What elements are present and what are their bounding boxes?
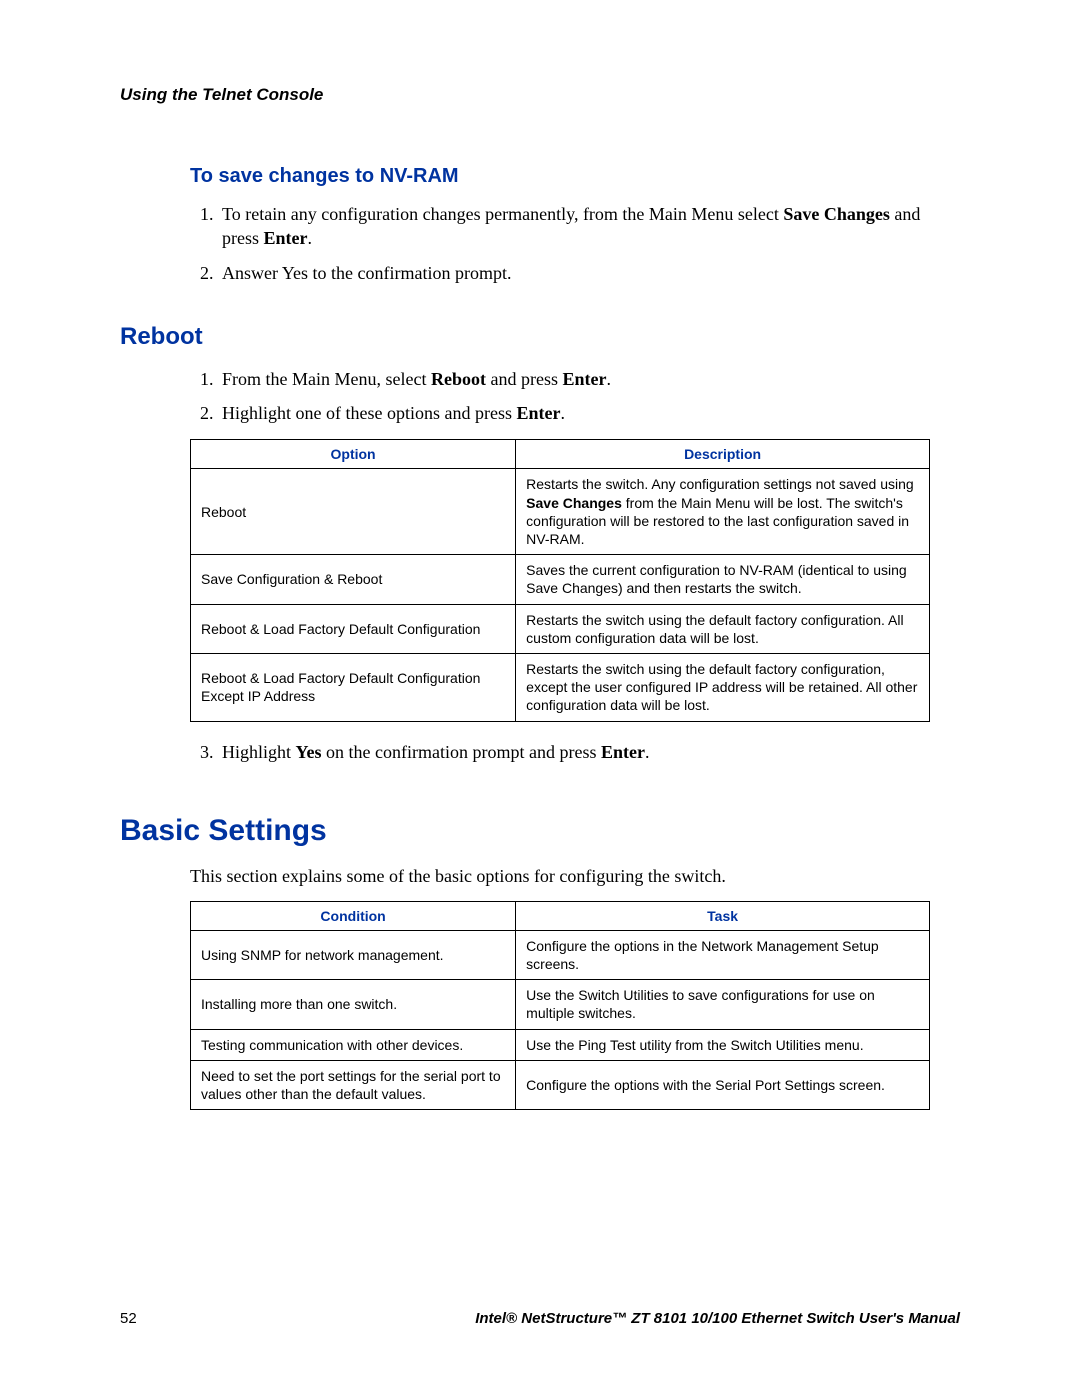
bold-text: Save Changes xyxy=(783,204,890,224)
cell-condition: Testing communication with other devices… xyxy=(191,1029,516,1060)
cell-condition: Installing more than one switch. xyxy=(191,980,516,1029)
step-text: and press xyxy=(486,369,562,389)
running-head: Using the Telnet Console xyxy=(120,85,960,105)
cell-task: Configure the options with the Serial Po… xyxy=(516,1060,930,1109)
table-row: Testing communication with other devices… xyxy=(191,1029,930,1060)
bold-text: Enter xyxy=(601,742,645,762)
bold-text: Yes xyxy=(296,742,322,762)
col-header-condition: Condition xyxy=(191,901,516,930)
cell-task: Use the Ping Test utility from the Switc… xyxy=(516,1029,930,1060)
cell-condition: Using SNMP for network management. xyxy=(191,930,516,979)
table-row: Save Configuration & Reboot Saves the cu… xyxy=(191,555,930,604)
page: Using the Telnet Console To save changes… xyxy=(0,0,1080,1397)
table-header-row: Condition Task xyxy=(191,901,930,930)
table-header-row: Option Description xyxy=(191,440,930,469)
list-item: Answer Yes to the confirmation prompt. xyxy=(218,261,960,285)
cell-text: Restarts the switch. Any configuration s… xyxy=(526,476,914,492)
col-header-option: Option xyxy=(191,440,516,469)
table-row: Installing more than one switch. Use the… xyxy=(191,980,930,1029)
bold-text: Save Changes xyxy=(526,495,622,511)
section-title-reboot: Reboot xyxy=(120,323,960,351)
cell-description: Saves the current configuration to NV-RA… xyxy=(516,555,930,604)
step-text: From the Main Menu, select xyxy=(222,369,431,389)
cell-description: Restarts the switch using the default fa… xyxy=(516,653,930,721)
bold-text: Enter xyxy=(264,228,308,248)
cell-description: Restarts the switch using the default fa… xyxy=(516,604,930,653)
list-item: To retain any configuration changes perm… xyxy=(218,202,960,251)
list-item: Highlight one of these options and press… xyxy=(218,401,960,425)
reboot-steps-cont: Highlight Yes on the confirmation prompt… xyxy=(190,740,960,764)
cell-description: Restarts the switch. Any configuration s… xyxy=(516,469,930,555)
reboot-steps: From the Main Menu, select Reboot and pr… xyxy=(190,367,960,426)
cell-option: Reboot & Load Factory Default Configurat… xyxy=(191,653,516,721)
step-text: Highlight xyxy=(222,742,296,762)
bold-text: Reboot xyxy=(431,369,486,389)
table-row: Reboot & Load Factory Default Configurat… xyxy=(191,653,930,721)
bold-text: Enter xyxy=(516,403,560,423)
list-item: Highlight Yes on the confirmation prompt… xyxy=(218,740,960,764)
step-text: . xyxy=(308,228,313,248)
manual-title: Intel® NetStructure™ ZT 8101 10/100 Ethe… xyxy=(475,1310,960,1327)
cell-task: Configure the options in the Network Man… xyxy=(516,930,930,979)
cell-option: Reboot xyxy=(191,469,516,555)
page-footer: 52 Intel® NetStructure™ ZT 8101 10/100 E… xyxy=(120,1310,960,1327)
table-row: Need to set the port settings for the se… xyxy=(191,1060,930,1109)
step-text: Highlight one of these options and press xyxy=(222,403,516,423)
table-row: Using SNMP for network management. Confi… xyxy=(191,930,930,979)
list-item: From the Main Menu, select Reboot and pr… xyxy=(218,367,960,391)
table-row: Reboot Restarts the switch. Any configur… xyxy=(191,469,930,555)
basic-settings-intro: This section explains some of the basic … xyxy=(190,866,960,887)
basic-settings-table: Condition Task Using SNMP for network ma… xyxy=(190,901,930,1110)
cell-option: Reboot & Load Factory Default Configurat… xyxy=(191,604,516,653)
section-title-basic-settings: Basic Settings xyxy=(120,814,960,848)
page-number: 52 xyxy=(120,1310,137,1327)
col-header-description: Description xyxy=(516,440,930,469)
step-text: . xyxy=(606,369,611,389)
save-nvram-steps: To retain any configuration changes perm… xyxy=(190,202,960,285)
cell-task: Use the Switch Utilities to save configu… xyxy=(516,980,930,1029)
subsection-title-save-nvram: To save changes to NV-RAM xyxy=(190,165,960,188)
step-text: on the confirmation prompt and press xyxy=(322,742,601,762)
step-text: To retain any configuration changes perm… xyxy=(222,204,783,224)
table-row: Reboot & Load Factory Default Configurat… xyxy=(191,604,930,653)
bold-text: Enter xyxy=(562,369,606,389)
col-header-task: Task xyxy=(516,901,930,930)
cell-condition: Need to set the port settings for the se… xyxy=(191,1060,516,1109)
step-text: . xyxy=(560,403,565,423)
step-text: . xyxy=(645,742,650,762)
reboot-options-table: Option Description Reboot Restarts the s… xyxy=(190,439,930,721)
cell-option: Save Configuration & Reboot xyxy=(191,555,516,604)
